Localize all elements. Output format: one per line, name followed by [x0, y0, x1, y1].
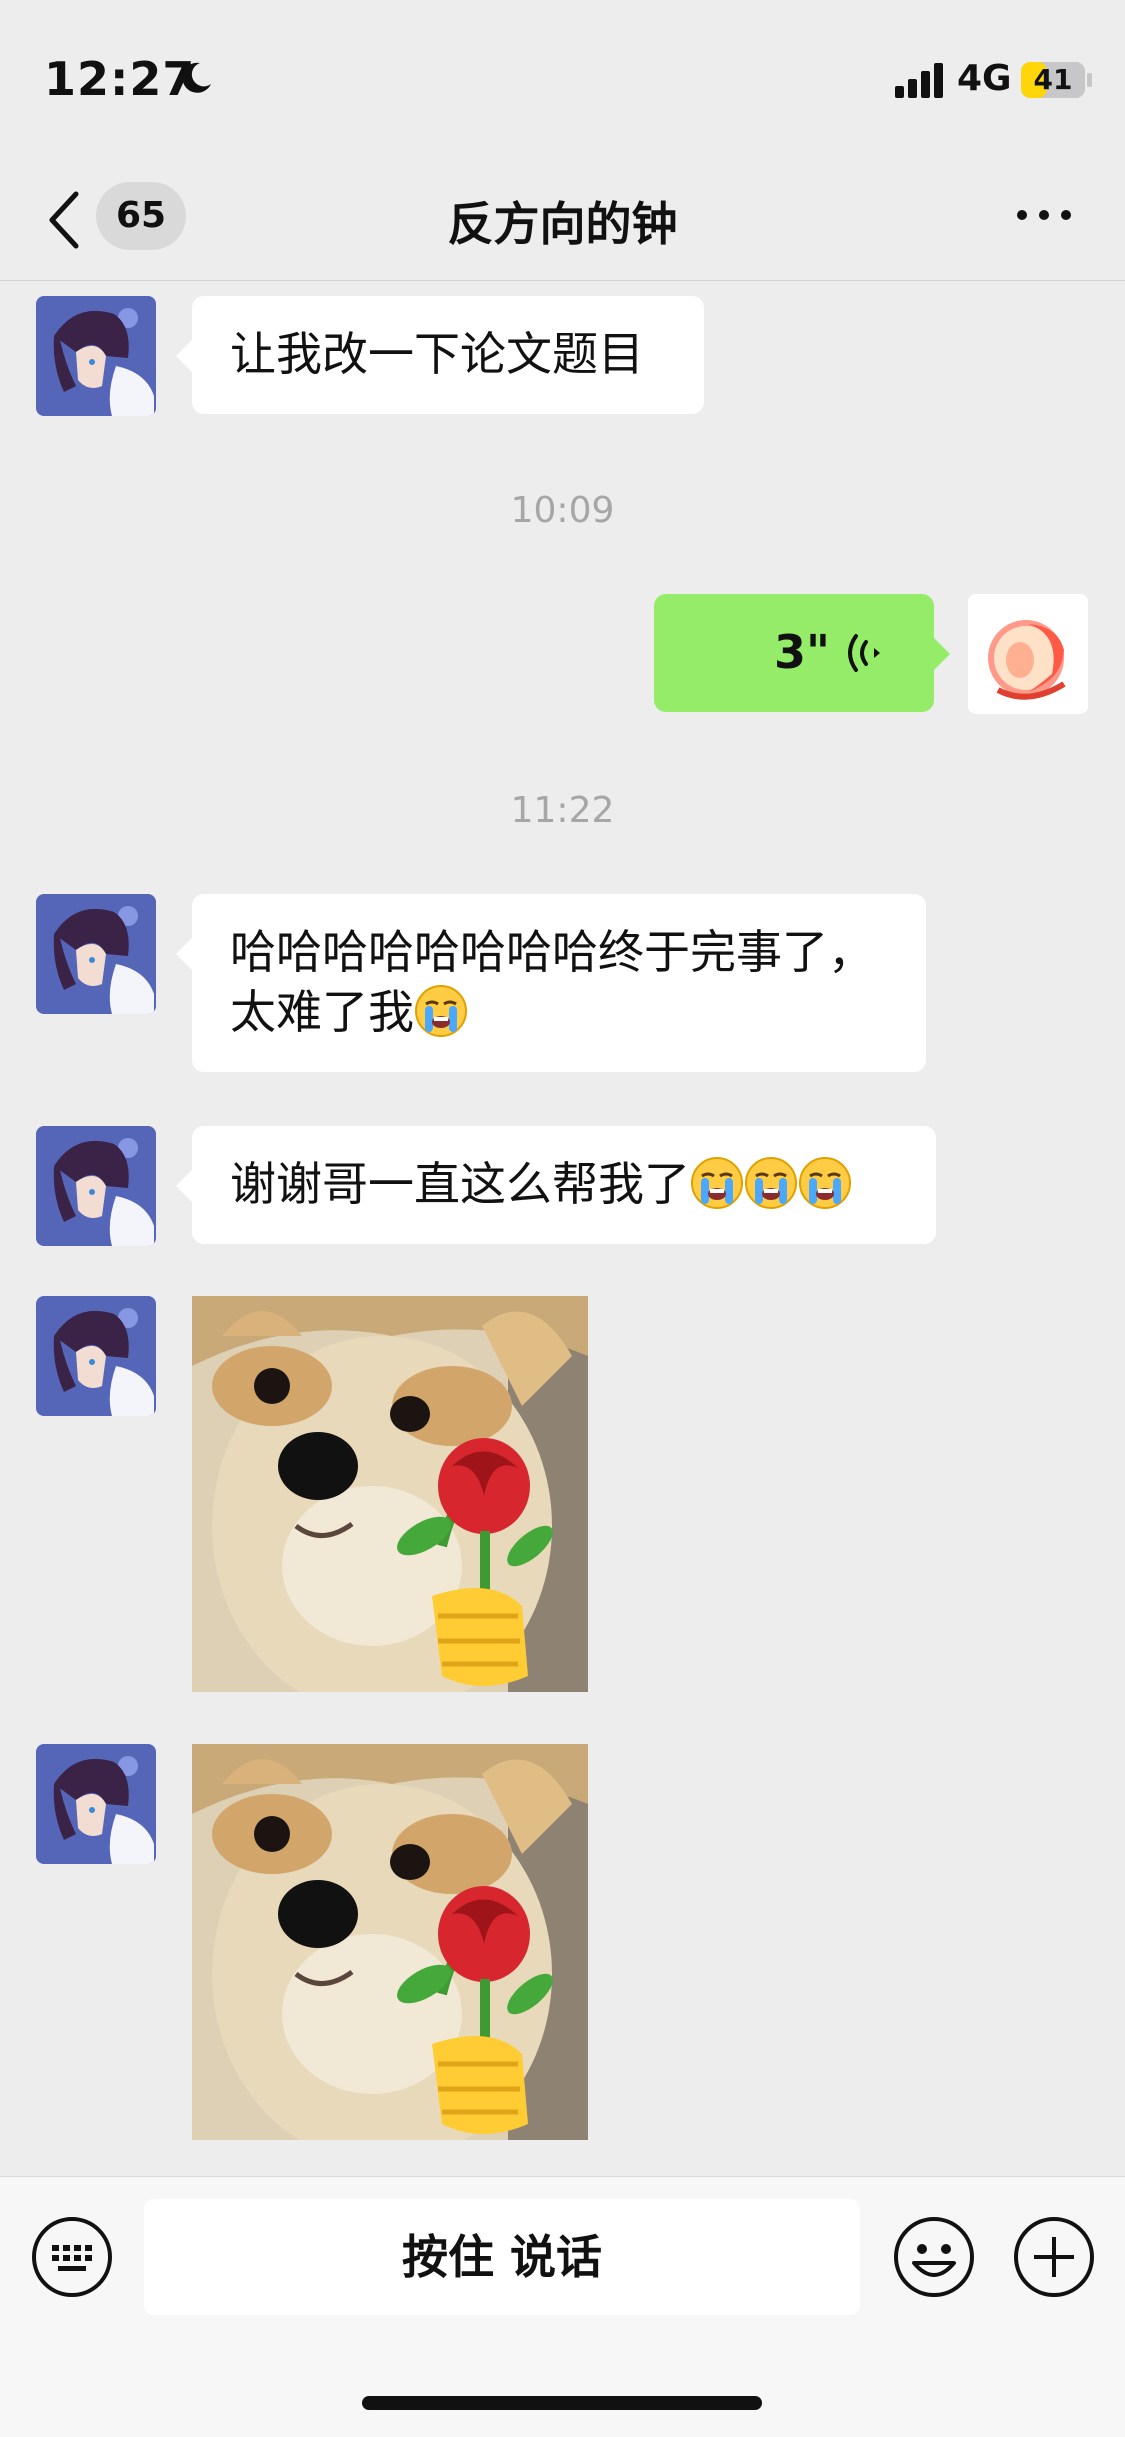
hold-to-talk-button[interactable]: 按住 说话	[144, 2199, 860, 2315]
message-text-line: 太难了我	[230, 982, 888, 1042]
sticker-shiba-rose[interactable]	[192, 1296, 588, 1692]
peach-icon	[968, 594, 1088, 714]
voice-message-bubble[interactable]: 3"	[654, 594, 950, 712]
voice-duration: 3"	[774, 625, 830, 679]
cry-emoji-icon	[690, 1156, 744, 1210]
message-bubble[interactable]: 谢谢哥一直这么帮我了	[176, 1126, 936, 1244]
my-avatar[interactable]	[968, 594, 1088, 714]
cry-emoji-icon	[798, 1156, 852, 1210]
battery-percent: 41	[1033, 63, 1073, 96]
contact-avatar[interactable]	[36, 296, 156, 416]
sticker-shiba-rose[interactable]	[192, 1744, 588, 2140]
signal-icon	[895, 63, 943, 98]
emoji-icon[interactable]	[892, 2215, 976, 2299]
keyboard-icon[interactable]	[30, 2215, 114, 2299]
chat-title: 反方向的钟	[447, 197, 678, 251]
cry-emoji-icon	[414, 984, 468, 1038]
contact-avatar[interactable]	[36, 894, 156, 1014]
voice-wave-icon	[848, 634, 880, 672]
status-bar: 12:27 4G 41	[0, 0, 1125, 160]
message-text-line: 哈哈哈哈哈哈哈哈终于完事了，	[230, 925, 874, 979]
more-icon[interactable]	[1014, 200, 1074, 230]
contact-avatar[interactable]	[36, 1744, 156, 1864]
message-timestamp: 11:22	[510, 790, 615, 831]
message-timestamp: 10:09	[510, 490, 615, 531]
battery-indicator: 41	[1021, 62, 1085, 98]
status-time: 12:27	[44, 52, 196, 106]
message-bubble[interactable]: 哈哈哈哈哈哈哈哈终于完事了， 太难了我	[176, 894, 926, 1072]
message-text: 太难了我	[230, 985, 414, 1039]
message-bubble[interactable]: 让我改一下论文题目	[176, 296, 704, 414]
contact-avatar[interactable]	[36, 1296, 156, 1416]
message-text: 让我改一下论文题目	[230, 327, 644, 381]
message-text: 谢谢哥一直这么帮我了	[230, 1157, 690, 1211]
home-indicator[interactable]	[362, 2396, 762, 2410]
contact-avatar[interactable]	[36, 1126, 156, 1246]
network-type: 4G	[957, 58, 1012, 99]
moon-icon	[182, 62, 211, 93]
cry-emoji-icon	[744, 1156, 798, 1210]
plus-icon[interactable]	[1012, 2215, 1096, 2299]
battery-cap	[1087, 73, 1092, 87]
